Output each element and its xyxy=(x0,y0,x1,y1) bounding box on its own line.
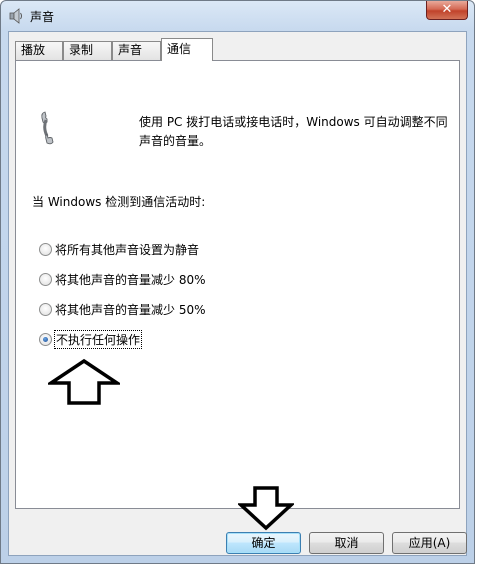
up-arrow-icon xyxy=(48,358,120,405)
radio-button[interactable] xyxy=(39,273,52,286)
telephone-handset-icon xyxy=(41,111,54,145)
communications-panel: 使用 PC 拨打电话或接电话时，Windows 可自动调整不同声音的音量。 当 … xyxy=(15,60,460,531)
radio-button[interactable] xyxy=(39,243,52,256)
down-arrow-icon xyxy=(238,486,294,531)
radio-button-selected[interactable] xyxy=(39,333,52,346)
apply-button[interactable]: 应用(A) xyxy=(392,532,467,554)
communications-prompt: 当 Windows 检测到通信活动时: xyxy=(32,195,206,209)
speaker-icon xyxy=(9,8,22,24)
cancel-button[interactable]: 取消 xyxy=(309,532,384,554)
close-button[interactable]: ✕ xyxy=(426,1,468,20)
option-label: 将其他声音的音量减少 50% xyxy=(55,303,206,317)
close-icon: ✕ xyxy=(441,2,453,17)
window-title: 声音 xyxy=(30,10,55,24)
tab-communications[interactable]: 通信 xyxy=(161,38,213,61)
option-label: 将其他声音的音量减少 80% xyxy=(55,273,206,287)
radio-button[interactable] xyxy=(39,303,52,316)
option-label: 不执行任何操作 xyxy=(53,330,143,349)
communications-description: 使用 PC 拨打电话或接电话时，Windows 可自动调整不同声音的音量。 xyxy=(139,115,448,148)
sound-dialog: 声音 ✕ 播放 录制 声音 通信 使用 PC 拨打电话或接电话时，Windows… xyxy=(0,0,475,564)
tab-sounds[interactable]: 声音 xyxy=(112,41,161,60)
tab-playback[interactable]: 播放 xyxy=(15,41,63,60)
option-label: 将所有其他声音设置为静音 xyxy=(55,243,200,257)
tab-recording[interactable]: 录制 xyxy=(63,41,112,60)
dialog-client-area: 播放 录制 声音 通信 使用 PC 拨打电话或接电话时，Windows 可自动调… xyxy=(8,31,467,556)
title-bar[interactable]: 声音 ✕ xyxy=(1,1,474,31)
ok-button[interactable]: 确定 xyxy=(226,532,301,554)
